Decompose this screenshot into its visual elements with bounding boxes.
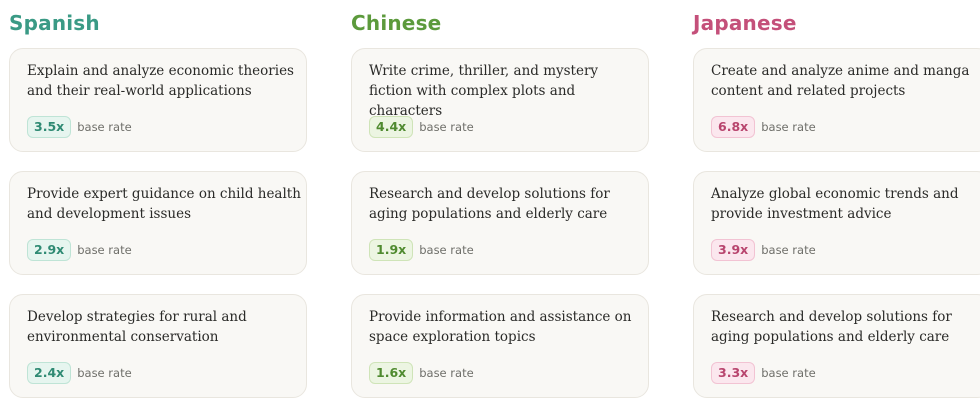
rate-row: 4.4x base rate [369, 116, 474, 138]
task-description: Provide expert guidance on child health … [27, 186, 301, 222]
rate-row: 2.4x base rate [27, 362, 132, 384]
rate-badge: 3.9x [711, 239, 756, 261]
task-description: Develop strategies for rural and environ… [27, 309, 247, 345]
rate-badge: 1.9x [369, 239, 414, 261]
rate-label: base rate [419, 120, 474, 134]
task-card: Provide expert guidance on child health … [9, 171, 307, 275]
task-card: Develop strategies for rural and environ… [9, 294, 307, 398]
task-description: Research and develop solutions for aging… [711, 309, 952, 345]
rate-row: 6.8x base rate [711, 116, 816, 138]
rate-label: base rate [77, 243, 132, 257]
task-card: Provide information and assistance on sp… [351, 294, 649, 398]
task-description: Analyze global economic trends and provi… [711, 186, 959, 222]
rate-row: 3.5x base rate [27, 116, 132, 138]
rate-badge: 3.5x [27, 116, 72, 138]
column-title: Japanese [693, 11, 797, 35]
rate-label: base rate [77, 366, 132, 380]
rate-badge: 3.3x [711, 362, 756, 384]
rate-badge: 2.4x [27, 362, 72, 384]
task-card: Research and develop solutions for aging… [693, 294, 980, 398]
rate-row: 1.9x base rate [369, 239, 474, 261]
rate-label: base rate [419, 243, 474, 257]
rate-badge: 6.8x [711, 116, 756, 138]
rate-label: base rate [761, 120, 816, 134]
rate-row: 2.9x base rate [27, 239, 132, 261]
task-description: Explain and analyze economic theories an… [27, 63, 294, 99]
rate-label: base rate [761, 366, 816, 380]
rate-label: base rate [419, 366, 474, 380]
task-description: Provide information and assistance on sp… [369, 309, 632, 345]
task-card: Analyze global economic trends and provi… [693, 171, 980, 275]
rate-label: base rate [77, 120, 132, 134]
task-description: Research and develop solutions for aging… [369, 186, 610, 222]
rate-label: base rate [761, 243, 816, 257]
task-card: Explain and analyze economic theories an… [9, 48, 307, 152]
rate-badge: 2.9x [27, 239, 72, 261]
rate-badge: 1.6x [369, 362, 414, 384]
rate-badge: 4.4x [369, 116, 414, 138]
task-description: Create and analyze anime and manga conte… [711, 63, 970, 99]
task-card: Write crime, thriller, and mystery ficti… [351, 48, 649, 152]
column-title: Spanish [9, 11, 100, 35]
column-title: Chinese [351, 11, 442, 35]
rate-row: 3.9x base rate [711, 239, 816, 261]
rate-row: 3.3x base rate [711, 362, 816, 384]
task-description: Write crime, thriller, and mystery ficti… [369, 63, 599, 119]
task-card: Create and analyze anime and manga conte… [693, 48, 980, 152]
task-card: Research and develop solutions for aging… [351, 171, 649, 275]
rate-row: 1.6x base rate [369, 362, 474, 384]
